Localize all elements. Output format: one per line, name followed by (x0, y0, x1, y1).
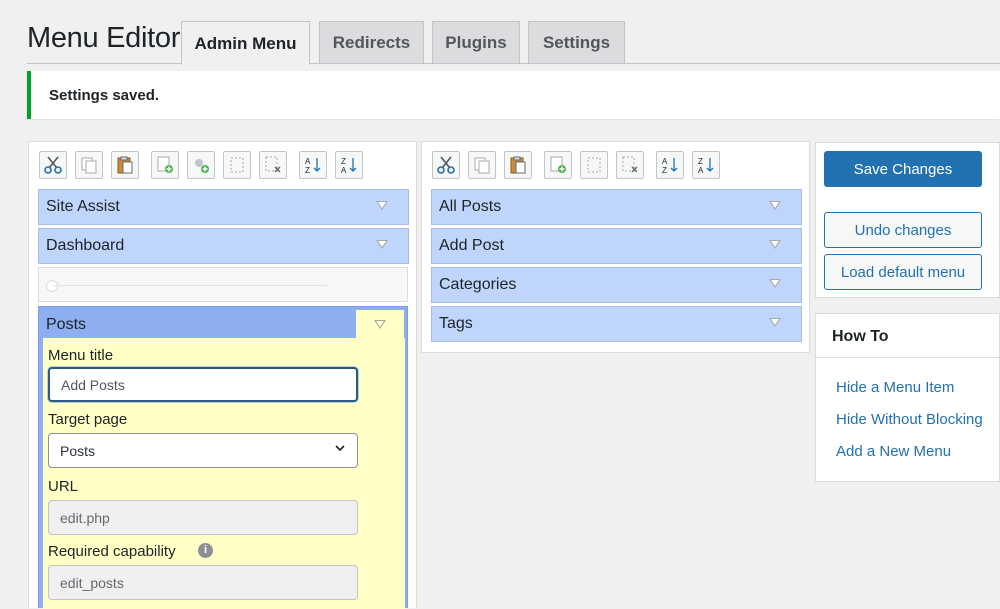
menu-item-label: Posts (46, 316, 87, 333)
sort-descending-button[interactable]: ZA (692, 151, 720, 179)
expand-arrow-icon[interactable] (769, 201, 781, 210)
expand-arrow-icon[interactable] (376, 201, 388, 210)
duplicate-icon (230, 157, 244, 173)
capability-field[interactable] (48, 565, 358, 600)
expand-arrow-icon[interactable] (769, 240, 781, 249)
item-editor: Menu title Target page Posts URL Require… (43, 338, 405, 609)
menu-item-dashboard[interactable]: Dashboard (38, 228, 409, 264)
new-item-button[interactable] (544, 151, 572, 179)
collapse-arrow-icon (374, 320, 386, 329)
svg-text:A: A (698, 166, 704, 175)
menu-item-label: Tags (439, 315, 473, 332)
separator-handle-icon (46, 280, 58, 292)
tab-settings[interactable]: Settings (528, 21, 625, 63)
svg-text:Z: Z (305, 166, 310, 175)
info-icon[interactable]: i (198, 543, 213, 558)
cut-icon (44, 156, 62, 174)
svg-text:Z: Z (341, 157, 346, 166)
cut-button[interactable] (39, 151, 67, 179)
cut-button[interactable] (432, 151, 460, 179)
expand-arrow-icon[interactable] (769, 318, 781, 327)
undo-changes-button[interactable]: Undo changes (824, 212, 982, 248)
copy-icon (81, 157, 97, 174)
menu-item-label: Dashboard (46, 237, 125, 254)
paste-button[interactable] (111, 151, 139, 179)
sort-descending-icon: ZA (698, 157, 714, 175)
menu-title-label: Menu title (48, 347, 114, 364)
sort-descending-button[interactable]: ZA (335, 151, 363, 179)
tab-redirects[interactable]: Redirects (319, 21, 424, 63)
menu-item-label: Site Assist (46, 198, 120, 215)
tabs-divider (27, 63, 1000, 64)
save-changes-button[interactable]: Save Changes (824, 151, 982, 187)
menu-item-posts[interactable]: Posts Menu title Target page Posts URL R… (38, 306, 408, 609)
menu-item-label: All Posts (439, 198, 502, 215)
how-to-panel: How To Hide a Menu Item Hide Without Blo… (815, 313, 1000, 482)
delete-icon (265, 156, 281, 173)
svg-text:Z: Z (698, 157, 703, 166)
target-page-label: Target page (48, 411, 128, 428)
submenu-panel: AZ ZA All Posts Add Post Categories Tags (421, 141, 810, 353)
how-to-title: How To (832, 328, 889, 345)
submenu-item-all-posts[interactable]: All Posts (431, 189, 802, 225)
sort-ascending-icon: AZ (305, 157, 321, 175)
delete-icon (622, 156, 638, 173)
cut-icon (437, 156, 455, 174)
new-menu-icon (157, 156, 173, 173)
url-label: URL (48, 478, 79, 495)
sort-descending-icon: ZA (341, 157, 357, 175)
menu-title-input[interactable] (48, 367, 358, 402)
submenu-item-categories[interactable]: Categories (431, 267, 802, 303)
capability-label: Required capability (48, 543, 176, 560)
link-hide-menu-item[interactable]: Hide a Menu Item (836, 379, 954, 396)
link-add-new-menu[interactable]: Add a New Menu (836, 443, 951, 460)
actions-panel: Save Changes Undo changes Load default m… (815, 142, 1000, 298)
tab-plugins[interactable]: Plugins (432, 21, 520, 63)
svg-text:A: A (662, 157, 668, 166)
menu-separator[interactable] (38, 267, 408, 302)
collapse-toggle[interactable] (356, 310, 404, 340)
new-separator-button[interactable] (187, 151, 215, 179)
paste-button[interactable] (504, 151, 532, 179)
svg-text:A: A (341, 166, 347, 175)
new-separator-icon (195, 159, 209, 173)
page-title: Menu Editor (27, 22, 181, 54)
menu-item-label: Categories (439, 276, 517, 293)
tab-admin-menu[interactable]: Admin Menu (181, 21, 310, 65)
url-field[interactable] (48, 500, 358, 535)
expand-arrow-icon[interactable] (769, 279, 781, 288)
paste-icon (510, 156, 526, 174)
sort-ascending-icon: AZ (662, 157, 678, 175)
svg-text:A: A (305, 157, 311, 166)
sort-ascending-button[interactable]: AZ (299, 151, 327, 179)
load-default-menu-button[interactable]: Load default menu (824, 254, 982, 290)
submenu-item-add-post[interactable]: Add Post (431, 228, 802, 264)
sort-ascending-button[interactable]: AZ (656, 151, 684, 179)
submenu-item-tags[interactable]: Tags (431, 306, 802, 342)
link-hide-without-blocking[interactable]: Hide Without Blocking (836, 411, 983, 428)
expand-arrow-icon[interactable] (376, 240, 388, 249)
copy-icon (474, 157, 490, 174)
paste-icon (117, 156, 133, 174)
duplicate-icon (587, 157, 601, 173)
new-item-icon (550, 156, 566, 173)
new-menu-button[interactable] (151, 151, 179, 179)
notice-text: Settings saved. (49, 86, 160, 104)
target-page-select[interactable]: Posts (48, 433, 358, 468)
svg-text:Z: Z (662, 166, 667, 175)
duplicate-button[interactable] (223, 151, 251, 179)
delete-button[interactable] (616, 151, 644, 179)
menu-item-site-assist[interactable]: Site Assist (38, 189, 409, 225)
copy-button[interactable] (75, 151, 103, 179)
copy-button[interactable] (468, 151, 496, 179)
chevron-down-icon (335, 445, 345, 452)
menu-item-label: Add Post (439, 237, 504, 254)
target-page-value: Posts (60, 442, 96, 459)
duplicate-button[interactable] (580, 151, 608, 179)
settings-saved-notice: Settings saved. (27, 71, 1000, 119)
delete-button[interactable] (259, 151, 287, 179)
